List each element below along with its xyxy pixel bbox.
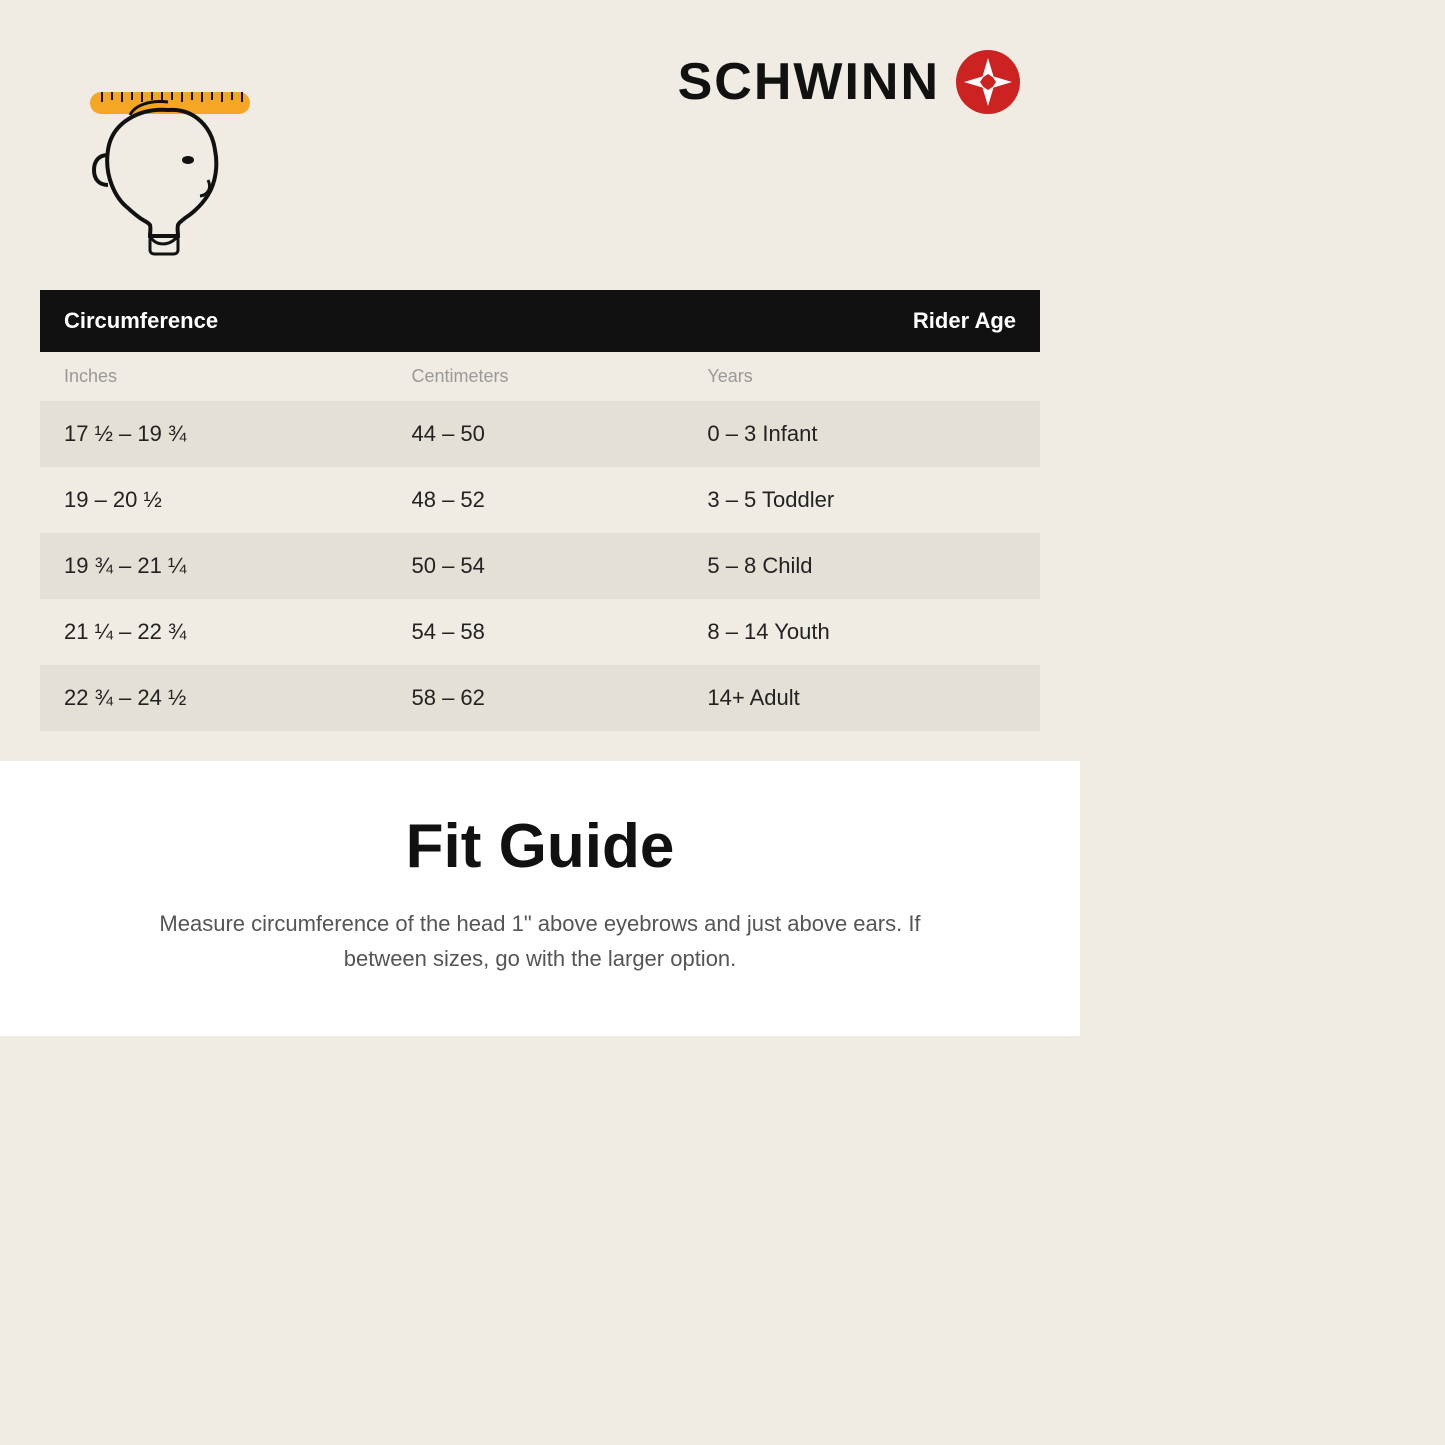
table-row: 17 ½ – 19 ¾ 44 – 50 0 – 3 Infant bbox=[40, 401, 1040, 467]
size-chart-table: Circumference Rider Age Inches Centimete… bbox=[40, 290, 1040, 731]
circumference-header: Circumference bbox=[40, 290, 683, 352]
table-subheader: Inches Centimeters Years bbox=[40, 352, 1040, 401]
table-row: 19 ¾ – 21 ¼ 50 – 54 5 – 8 Child bbox=[40, 533, 1040, 599]
rider-age-header: Rider Age bbox=[683, 290, 1040, 352]
table-row: 22 ¾ – 24 ½ 58 – 62 14+ Adult bbox=[40, 665, 1040, 731]
cm-cell: 48 – 52 bbox=[387, 467, 683, 533]
age-cell: 0 – 3 Infant bbox=[683, 401, 1040, 467]
brand-name: SCHWINN bbox=[678, 52, 940, 112]
inches-subheader: Inches bbox=[40, 352, 387, 401]
age-cell: 14+ Adult bbox=[683, 665, 1040, 731]
fit-guide-description: Measure circumference of the head 1" abo… bbox=[150, 906, 930, 976]
table-header: Circumference Rider Age bbox=[40, 290, 1040, 352]
inches-cell: 17 ½ – 19 ¾ bbox=[40, 401, 387, 467]
age-cell: 8 – 14 Youth bbox=[683, 599, 1040, 665]
fit-guide-section: Fit Guide Measure circumference of the h… bbox=[0, 761, 1080, 1036]
schwinn-logo: SCHWINN bbox=[678, 50, 1020, 114]
table-row: 21 ¼ – 22 ¾ 54 – 58 8 – 14 Youth bbox=[40, 599, 1040, 665]
cm-subheader: Centimeters bbox=[387, 352, 683, 401]
table-body: 17 ½ – 19 ¾ 44 – 50 0 – 3 Infant 19 – 20… bbox=[40, 401, 1040, 731]
cm-cell: 44 – 50 bbox=[387, 401, 683, 467]
fit-guide-title: Fit Guide bbox=[80, 811, 1000, 882]
table-row: 19 – 20 ½ 48 – 52 3 – 5 Toddler bbox=[40, 467, 1040, 533]
cm-cell: 50 – 54 bbox=[387, 533, 683, 599]
inches-cell: 22 ¾ – 24 ½ bbox=[40, 665, 387, 731]
cm-cell: 58 – 62 bbox=[387, 665, 683, 731]
compass-icon bbox=[956, 50, 1020, 114]
age-cell: 3 – 5 Toddler bbox=[683, 467, 1040, 533]
years-subheader: Years bbox=[683, 352, 1040, 401]
cm-cell: 54 – 58 bbox=[387, 599, 683, 665]
inches-cell: 19 – 20 ½ bbox=[40, 467, 387, 533]
head-illustration bbox=[60, 40, 280, 260]
size-chart-section: Circumference Rider Age Inches Centimete… bbox=[0, 290, 1080, 761]
inches-cell: 21 ¼ – 22 ¾ bbox=[40, 599, 387, 665]
inches-cell: 19 ¾ – 21 ¼ bbox=[40, 533, 387, 599]
age-cell: 5 – 8 Child bbox=[683, 533, 1040, 599]
top-section: SCHWINN bbox=[0, 0, 1080, 290]
